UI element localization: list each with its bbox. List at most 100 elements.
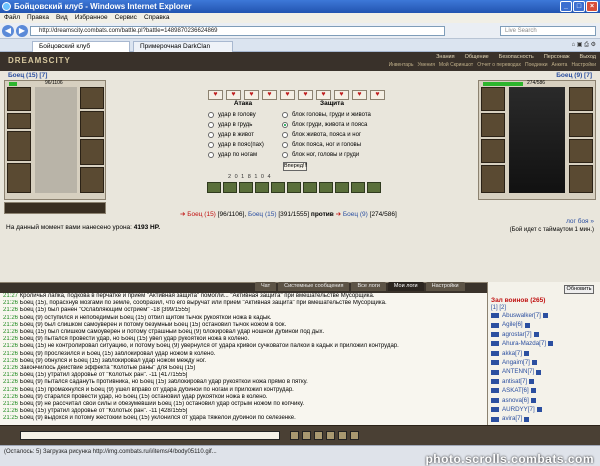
gloves-slot[interactable] — [80, 111, 104, 137]
opponent-weapon-slot[interactable] — [481, 113, 505, 137]
vs-right-fighter[interactable]: Боец (9) — [343, 211, 368, 218]
radio-selected-icon[interactable] — [282, 122, 288, 128]
heart-icon[interactable]: ♥ — [280, 90, 295, 100]
subnav-inventory[interactable]: Инвентарь — [389, 62, 414, 68]
attack-chest-option[interactable]: удар в грудь — [208, 120, 278, 130]
menu-view[interactable]: Вид — [56, 13, 68, 23]
menu-edit[interactable]: Правка — [27, 13, 49, 23]
radio-icon[interactable] — [208, 112, 214, 118]
defense-option[interactable]: блок пояса, ног и головы — [282, 140, 382, 150]
radio-icon[interactable] — [282, 132, 288, 138]
info-icon[interactable] — [524, 322, 530, 328]
attack-head-option[interactable]: удар в голову — [208, 110, 278, 120]
heart-icon[interactable]: ♥ — [370, 90, 385, 100]
earring-slot[interactable] — [80, 87, 104, 109]
skill-icon[interactable] — [303, 182, 317, 193]
skill-icon[interactable] — [319, 182, 333, 193]
tab-chat-settings[interactable]: Настройки — [425, 282, 465, 291]
nav-character[interactable]: Персонаж — [544, 54, 570, 60]
menu-help[interactable]: Справка — [144, 13, 170, 23]
radio-icon[interactable] — [282, 142, 288, 148]
attack-belly-option[interactable]: удар в живот — [208, 130, 278, 140]
heart-icon[interactable]: ♥ — [316, 90, 331, 100]
refresh-icon[interactable] — [338, 431, 347, 440]
right-fighter-name[interactable]: Боец (9) [7] — [556, 72, 592, 79]
subnav-screenshot[interactable]: Мой Скриншот — [439, 62, 473, 68]
skill-icon[interactable] — [239, 182, 253, 193]
menu-file[interactable]: Файл — [4, 13, 20, 23]
radio-icon[interactable] — [208, 152, 214, 158]
nav-communication[interactable]: Общение — [465, 54, 489, 60]
radio-icon[interactable] — [282, 112, 288, 118]
filter-icon[interactable] — [314, 431, 323, 440]
heart-icon[interactable]: ♥ — [352, 90, 367, 100]
shield-slot[interactable] — [80, 139, 104, 165]
roster-item[interactable]: agrostar[7] — [488, 330, 600, 339]
roster-item-name[interactable]: Agile[6] — [502, 320, 523, 329]
menu-favorites[interactable]: Избранное — [75, 13, 108, 23]
opponent-earring-slot[interactable] — [569, 87, 593, 111]
roster-item[interactable]: ANTENN[7] — [488, 367, 600, 376]
heart-icon[interactable]: ♥ — [226, 90, 241, 100]
maximize-button[interactable]: □ — [573, 1, 585, 12]
weapon-slot[interactable] — [7, 131, 31, 161]
roster-item-name[interactable]: AURDYY[7] — [502, 405, 535, 414]
heart-icon[interactable]: ♥ — [334, 90, 349, 100]
battle-log-link[interactable]: лог боя » — [566, 218, 594, 225]
info-icon[interactable] — [542, 313, 548, 319]
roster-item[interactable]: ASKAT[6] — [488, 386, 600, 395]
roster-item-name[interactable]: antisat[7] — [502, 377, 527, 386]
heart-icon[interactable]: ♥ — [208, 90, 223, 100]
skill-icon[interactable] — [351, 182, 365, 193]
attack-groin-option[interactable]: удар в пояс(пах) — [208, 140, 278, 150]
defense-option[interactable]: блок головы, груди и живота — [282, 110, 382, 120]
roster-item-name[interactable]: agrostar[7] — [502, 330, 532, 339]
heart-icon[interactable]: ♥ — [298, 90, 313, 100]
tab-chat[interactable]: Чат — [255, 282, 277, 291]
smiley-icon[interactable] — [290, 431, 299, 440]
subnav-settings[interactable]: Настройки — [571, 62, 596, 68]
nav-exit[interactable]: Выход — [580, 54, 596, 60]
opponent-shield-slot[interactable] — [569, 139, 593, 163]
necklace-slot[interactable] — [7, 113, 31, 129]
info-icon[interactable] — [533, 332, 539, 338]
clear-icon[interactable] — [302, 431, 311, 440]
helmet-slot[interactable] — [7, 87, 31, 111]
opponent-belt-slot[interactable] — [481, 165, 505, 193]
roster-item[interactable]: Abuswalker[7] — [488, 311, 600, 320]
defense-option[interactable]: блок груди, живота и пояса — [282, 120, 382, 130]
info-icon[interactable] — [523, 350, 529, 356]
roster-item-name[interactable]: Ahura-Mazda[7] — [502, 339, 546, 348]
tab-system-messages[interactable]: Системные сообщения — [278, 282, 350, 291]
info-icon[interactable] — [529, 379, 535, 385]
opponent-gloves-slot[interactable] — [569, 113, 593, 137]
sound-icon[interactable] — [326, 431, 335, 440]
info-icon[interactable] — [536, 369, 542, 375]
defense-option[interactable]: блок живота, пояса и ног — [282, 130, 382, 140]
heart-icon[interactable]: ♥ — [244, 90, 259, 100]
defense-option[interactable]: блок ног, головы и груди — [282, 150, 382, 160]
tab-darkclan[interactable]: Примерочная DarkClan — [133, 41, 233, 52]
search-input[interactable]: Live Search — [500, 26, 596, 36]
roster-item[interactable]: antisat[7] — [488, 377, 600, 386]
opponent-boots-slot[interactable] — [569, 165, 593, 193]
radio-icon[interactable] — [208, 132, 214, 138]
vs-left-fighter[interactable]: Боец (15) — [187, 211, 216, 218]
roster-item-name[interactable]: Abuswalker[7] — [502, 311, 541, 320]
radio-icon[interactable] — [282, 152, 288, 158]
skill-icon[interactable] — [271, 182, 285, 193]
roster-item[interactable]: Angaim[7] — [488, 358, 600, 367]
info-icon[interactable] — [536, 407, 542, 413]
minimize-button[interactable]: _ — [560, 1, 572, 12]
send-icon[interactable] — [350, 431, 359, 440]
back-button[interactable]: ◀ — [2, 25, 14, 37]
radio-icon[interactable] — [208, 122, 214, 128]
info-icon[interactable] — [524, 416, 530, 422]
vs-mid-fighter[interactable]: Боец (15) — [248, 211, 277, 218]
tab-all-logs[interactable]: Все логи — [351, 282, 386, 291]
subnav-battles[interactable]: Поединки — [525, 62, 548, 68]
roster-item-name[interactable]: akka[7] — [502, 349, 522, 358]
attack-legs-option[interactable]: удар по ногам — [208, 150, 278, 160]
boots-slot[interactable] — [80, 167, 104, 193]
skill-icon[interactable] — [207, 182, 221, 193]
